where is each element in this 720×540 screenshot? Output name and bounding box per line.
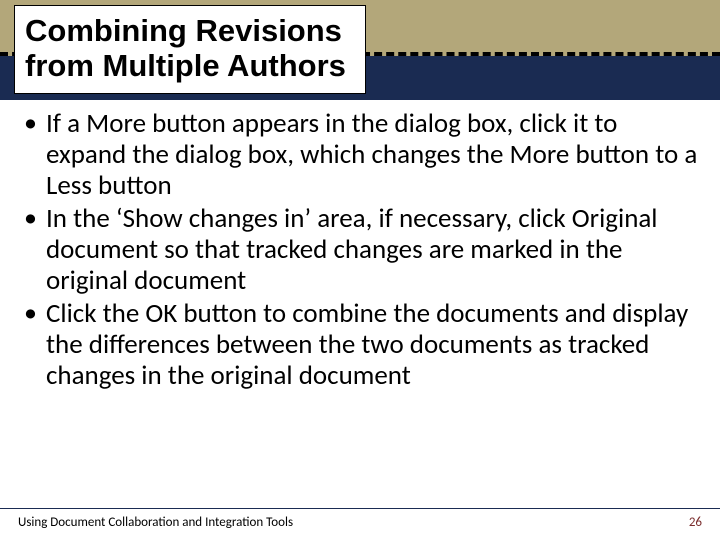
- list-item: Click the OK button to combine the docum…: [18, 298, 702, 391]
- footer-text: Using Document Collaboration and Integra…: [18, 515, 293, 530]
- bullet-list: If a More button appears in the dialog b…: [18, 108, 702, 391]
- list-item: If a More button appears in the dialog b…: [18, 108, 702, 201]
- footer: Using Document Collaboration and Integra…: [0, 508, 720, 530]
- list-item: In the ‘Show changes in’ area, if necess…: [18, 203, 702, 296]
- slide-title: Combining Revisions from Multiple Author…: [25, 14, 355, 83]
- page-number: 26: [689, 515, 702, 530]
- title-box: Combining Revisions from Multiple Author…: [14, 5, 366, 94]
- footer-inner: Using Document Collaboration and Integra…: [18, 509, 702, 530]
- content-area: If a More button appears in the dialog b…: [18, 108, 702, 393]
- slide: Combining Revisions from Multiple Author…: [0, 0, 720, 540]
